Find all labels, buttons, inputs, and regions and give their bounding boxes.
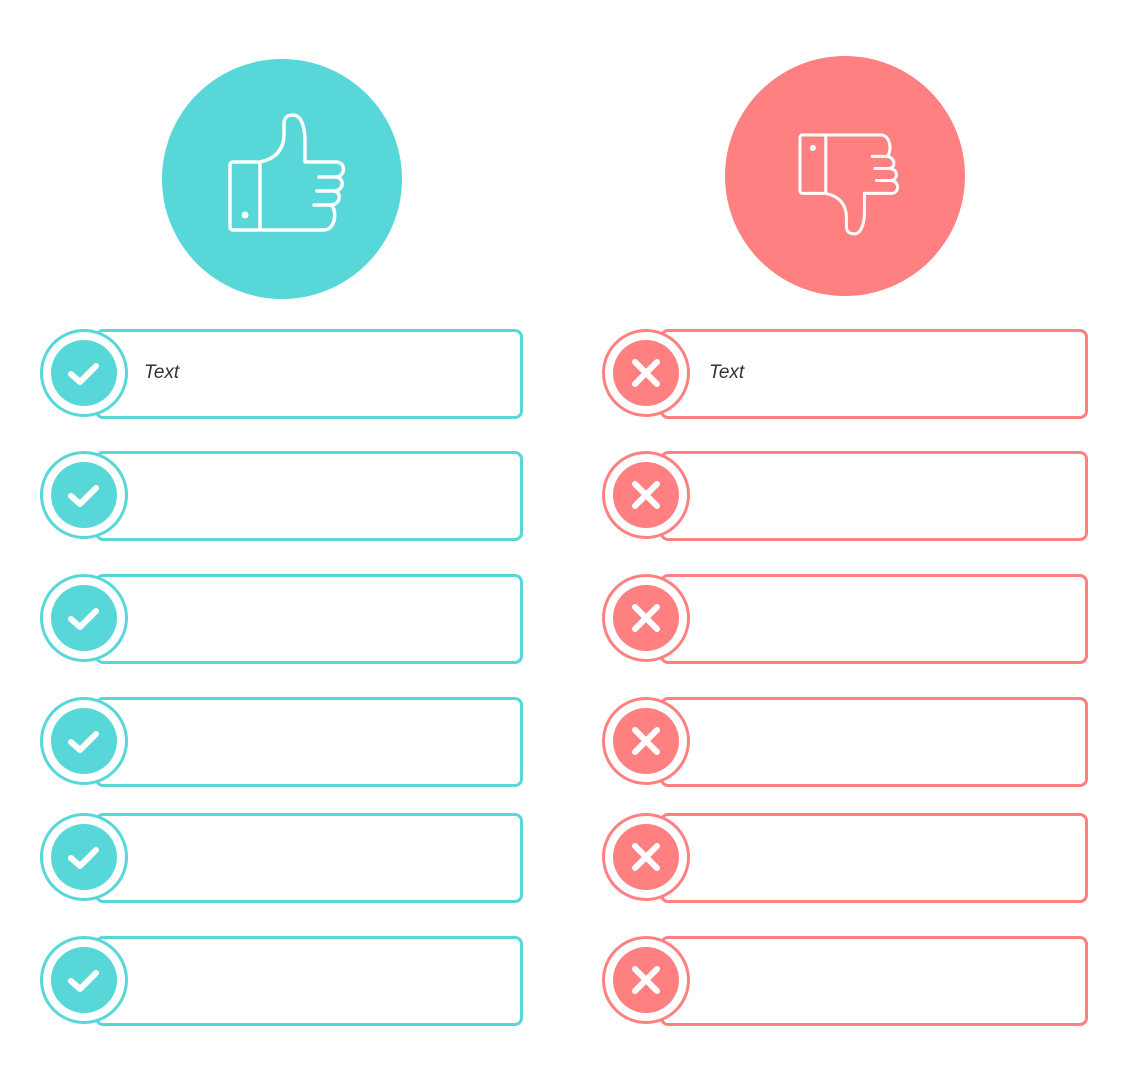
pros-item-text[interactable]: Text — [144, 362, 179, 384]
cons-item-badge — [602, 574, 690, 662]
cons-badge-fill — [613, 947, 679, 1013]
cons-item-box[interactable] — [660, 451, 1088, 541]
cons-badge-fill — [613, 824, 679, 890]
x-icon — [632, 604, 660, 632]
pros-header-circle — [162, 59, 402, 299]
x-icon — [632, 481, 660, 509]
pros-badge-fill — [51, 340, 117, 406]
x-icon — [632, 727, 660, 755]
pros-item-box[interactable]: Text — [95, 329, 523, 419]
cons-item-box[interactable] — [660, 813, 1088, 903]
cons-item-text[interactable]: Text — [709, 362, 744, 384]
pros-item-box[interactable] — [95, 574, 523, 664]
check-icon — [68, 608, 99, 630]
cons-item-badge — [602, 813, 690, 901]
pros-item-box[interactable] — [95, 936, 523, 1026]
check-icon — [68, 731, 99, 753]
cons-header-circle — [725, 56, 965, 296]
cons-item-badge — [602, 936, 690, 1024]
pros-item-badge — [40, 936, 128, 1024]
cons-item-badge — [602, 451, 690, 539]
cons-badge-fill — [613, 462, 679, 528]
cons-badge-fill — [613, 708, 679, 774]
check-icon — [68, 363, 99, 385]
cons-badge-fill — [613, 340, 679, 406]
cons-item-box[interactable]: Text — [660, 329, 1088, 419]
pros-item-badge — [40, 329, 128, 417]
pros-item-box[interactable] — [95, 813, 523, 903]
pros-badge-fill — [51, 585, 117, 651]
pros-badge-fill — [51, 947, 117, 1013]
check-icon — [68, 485, 99, 507]
pros-badge-fill — [51, 462, 117, 528]
pros-badge-fill — [51, 708, 117, 774]
thumbs-up-icon — [228, 113, 346, 232]
pros-item-box[interactable] — [95, 451, 523, 541]
cons-item-badge — [602, 697, 690, 785]
pros-item-box[interactable] — [95, 697, 523, 787]
check-icon — [68, 970, 99, 992]
x-icon — [632, 359, 660, 387]
cons-item-badge — [602, 329, 690, 417]
cons-item-box[interactable] — [660, 697, 1088, 787]
thumbs-down-icon — [798, 133, 900, 236]
pros-item-badge — [40, 813, 128, 901]
pros-badge-fill — [51, 824, 117, 890]
cons-badge-fill — [613, 585, 679, 651]
x-icon — [632, 966, 660, 994]
cons-item-box[interactable] — [660, 574, 1088, 664]
x-icon — [632, 843, 660, 871]
cons-item-box[interactable] — [660, 936, 1088, 1026]
pros-item-badge — [40, 451, 128, 539]
check-icon — [68, 847, 99, 869]
pros-item-badge — [40, 574, 128, 662]
pros-item-badge — [40, 697, 128, 785]
